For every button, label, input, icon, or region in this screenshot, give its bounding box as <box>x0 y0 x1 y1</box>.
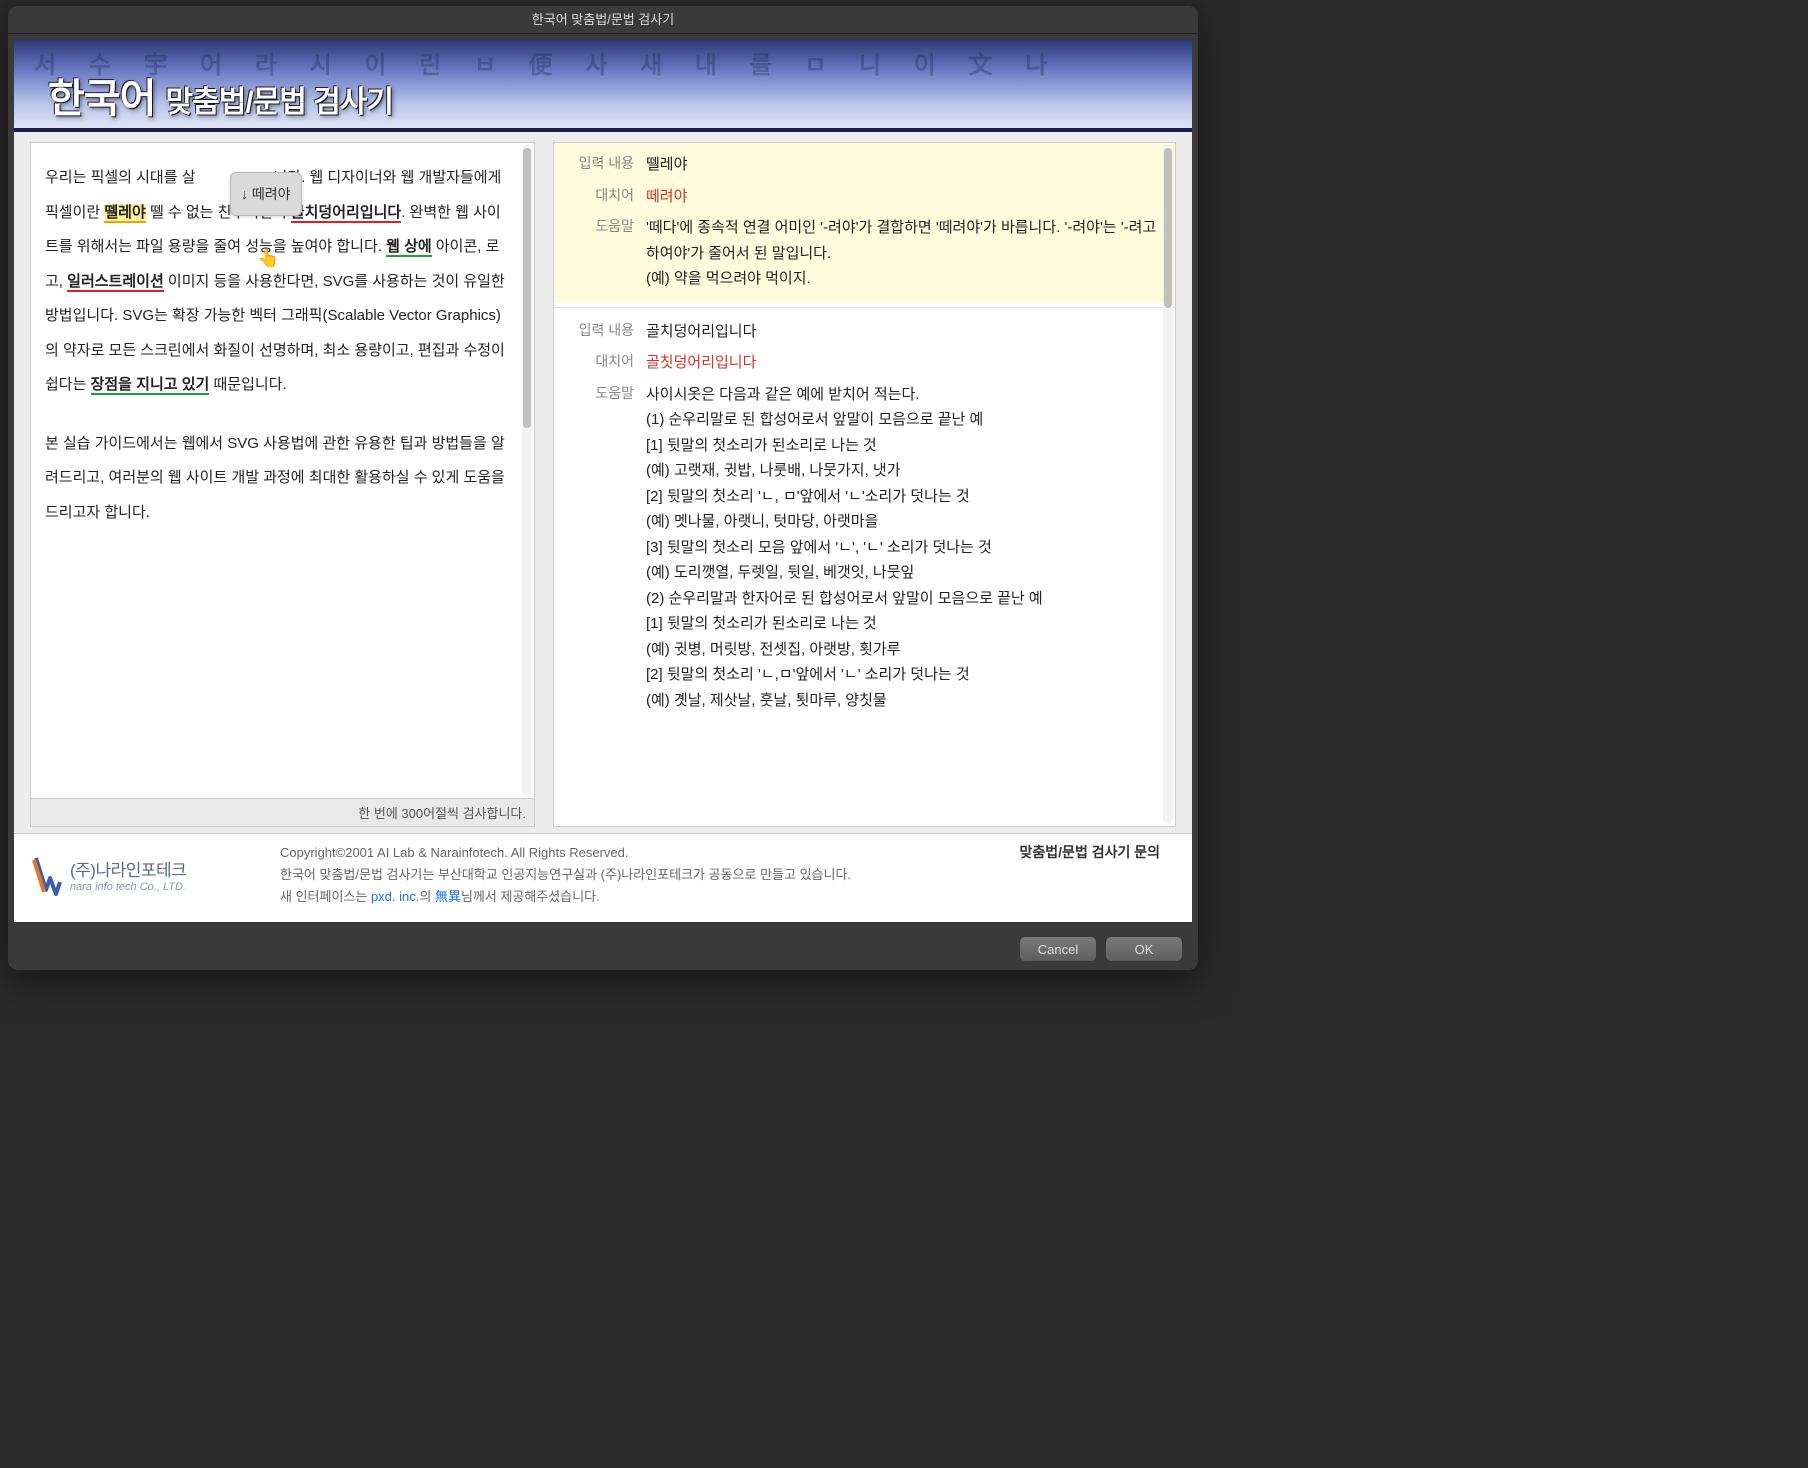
left-panel: ↓ 떼려야 👆 우리는 픽셀의 시대를 살니다. 웹 디자이너와 웹 개발자들에… <box>30 142 535 827</box>
logo-icon <box>30 854 62 896</box>
result-2-input: 골치덩어리입니다 <box>646 319 1161 345</box>
paragraph-2: 본 실습 가이드에서는 웹에서 SVG 사용법에 관한 유용한 팁과 방법들을 … <box>45 427 520 531</box>
results-panel: 입력 내용 뗄레야 대치어 떼려야 도움말 '떼다'에 종속적 연결 어미인 '… <box>553 142 1176 827</box>
error-word-2[interactable]: 골치덩어리입니다 <box>291 204 401 223</box>
status-line: 한 번에 300어절씩 검사합니다. <box>30 799 535 827</box>
result-1-input: 뗄레야 <box>646 152 1161 178</box>
label-input: 입력 내용 <box>554 319 646 345</box>
result-2-help: 사이시옷은 다음과 같은 예에 받치어 적는다. (1) 순우리말로 된 합성어… <box>646 382 1161 714</box>
label-help: 도움말 <box>554 215 646 292</box>
footer-line2: 한국어 맞춤법/문법 검사기는 부산대학교 인공지능연구실과 (주)나라인포테크… <box>280 864 1176 886</box>
right-scrollbar-track[interactable] <box>1163 145 1173 824</box>
banner-title: 한국어 맞춤법/문법 검사기 <box>48 66 393 124</box>
suggestion-tooltip[interactable]: ↓ 떼려야 <box>230 172 302 216</box>
label-replace: 대치어 <box>554 350 646 376</box>
content-area: 서 수 宇 어 라 시 이 린 ㅂ 便 사 새 내 를 ㅁ 니 이 文 나 한국… <box>14 40 1192 922</box>
link-pxd[interactable]: pxd. inc. <box>371 889 419 904</box>
banner-title-main: 한국어 <box>48 77 155 121</box>
result-divider <box>554 307 1175 308</box>
error-word-5[interactable]: 장점을 지니고 있기 <box>91 376 210 395</box>
left-scrollbar-thumb[interactable] <box>523 148 531 428</box>
right-scrollbar-thumb[interactable] <box>1164 148 1172 308</box>
dialog-window: 한국어 맞춤법/문법 검사기 서 수 宇 어 라 시 이 린 ㅂ 便 사 새 내… <box>8 6 1198 970</box>
result-2-replace[interactable]: 골칫덩어리입니다 <box>646 350 1161 376</box>
result-block-1[interactable]: 입력 내용 뗄레야 대치어 떼려야 도움말 '떼다'에 종속적 연결 어미인 '… <box>554 143 1175 303</box>
text-view[interactable]: ↓ 떼려야 👆 우리는 픽셀의 시대를 살니다. 웹 디자이너와 웹 개발자들에… <box>30 142 535 799</box>
label-replace: 대치어 <box>554 184 646 210</box>
footer-line3: 새 인터페이스는 pxd. inc.의 無異님께서 제공해주셨습니다. <box>280 886 1176 908</box>
left-scrollbar-track[interactable] <box>522 145 532 796</box>
window-title: 한국어 맞춤법/문법 검사기 <box>532 12 674 27</box>
dialog-button-bar: Cancel OK <box>8 928 1198 970</box>
result-1-replace[interactable]: 떼려야 <box>646 184 1161 210</box>
company-name-kr: (주)나라인포테크 <box>70 856 186 881</box>
banner: 서 수 宇 어 라 시 이 린 ㅂ 便 사 새 내 를 ㅁ 니 이 文 나 한국… <box>14 40 1192 132</box>
contact-link[interactable]: 맞춤법/문법 검사기 문의 <box>1020 842 1160 862</box>
banner-title-sub: 맞춤법/문법 검사기 <box>166 86 393 119</box>
ok-button[interactable]: OK <box>1106 937 1182 961</box>
result-block-2[interactable]: 입력 내용 골치덩어리입니다 대치어 골칫덩어리입니다 도움말 사이시옷은 다음… <box>554 312 1175 717</box>
result-1-help: '떼다'에 종속적 연결 어미인 '-려야'가 결합하면 '떼려야'가 바릅니다… <box>646 215 1161 292</box>
main-panels: ↓ 떼려야 👆 우리는 픽셀의 시대를 살니다. 웹 디자이너와 웹 개발자들에… <box>14 132 1192 833</box>
error-word-4[interactable]: 일러스트레이션 <box>67 273 164 292</box>
cancel-button[interactable]: Cancel <box>1020 937 1096 961</box>
label-help: 도움말 <box>554 382 646 714</box>
company-name-en: nara info tech Co., LTD. <box>70 881 186 893</box>
error-word-3[interactable]: 웹 상에 <box>386 238 432 257</box>
footer-logo: (주)나라인포테크 nara info tech Co., LTD. <box>30 842 280 908</box>
window-titlebar: 한국어 맞춤법/문법 검사기 <box>8 6 1198 34</box>
footer: (주)나라인포테크 nara info tech Co., LTD. Copyr… <box>14 833 1192 922</box>
error-word-1[interactable]: 뗄레야 <box>104 204 145 223</box>
label-input: 입력 내용 <box>554 152 646 178</box>
link-mui[interactable]: 無異 <box>435 889 461 904</box>
